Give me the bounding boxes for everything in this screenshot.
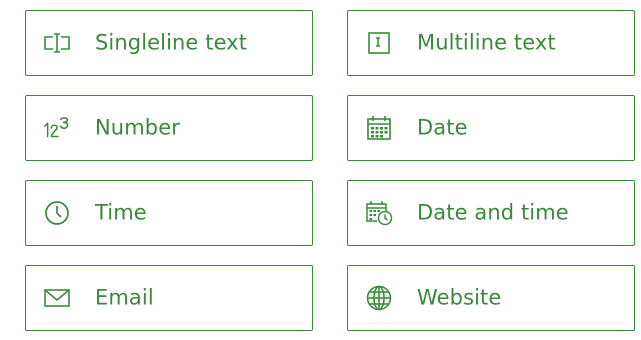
time-button[interactable]: Time	[25, 180, 313, 246]
multiline-text-icon	[364, 28, 394, 58]
time-label: Time	[95, 200, 147, 225]
singleline-text-button[interactable]: Singleline text	[25, 10, 313, 76]
calendar-icon	[364, 113, 394, 143]
singleline-text-icon	[42, 28, 72, 58]
multiline-text-label: Multiline text	[417, 30, 556, 55]
website-button[interactable]: Website	[347, 265, 635, 331]
date-and-time-button[interactable]: Date and time	[347, 180, 635, 246]
date-label: Date	[417, 115, 468, 140]
multiline-text-button[interactable]: Multiline text	[347, 10, 635, 76]
calendar-clock-icon	[364, 198, 394, 228]
number-icon	[42, 113, 72, 143]
date-button[interactable]: Date	[347, 95, 635, 161]
website-label: Website	[417, 285, 502, 310]
email-label: Email	[95, 285, 154, 310]
globe-icon	[364, 283, 394, 313]
date-and-time-label: Date and time	[417, 200, 569, 225]
number-label: Number	[95, 115, 180, 140]
clock-icon	[42, 198, 72, 228]
envelope-icon	[42, 283, 72, 313]
singleline-text-label: Singleline text	[95, 30, 248, 55]
number-button[interactable]: Number	[25, 95, 313, 161]
email-button[interactable]: Email	[25, 265, 313, 331]
